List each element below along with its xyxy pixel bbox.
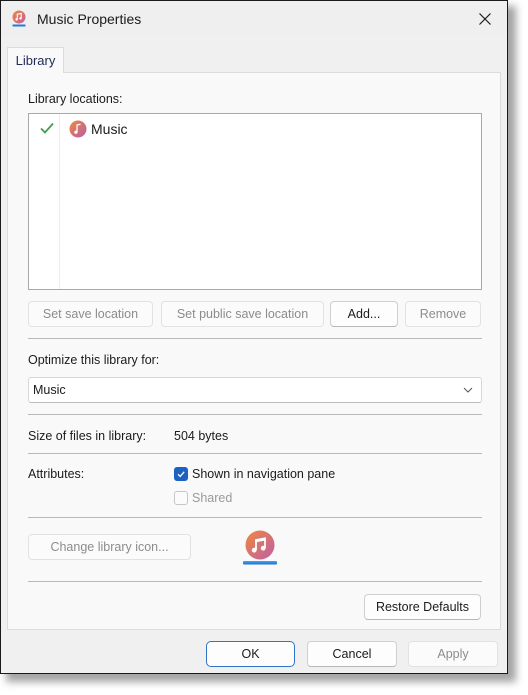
optimize-selected-value: Music — [33, 383, 66, 397]
separator — [28, 414, 482, 415]
cancel-button[interactable]: Cancel — [307, 641, 397, 667]
properties-dialog: Music Properties Library Library locatio… — [0, 0, 508, 674]
shared-label[interactable]: Shared — [192, 491, 232, 505]
separator — [28, 517, 482, 518]
list-item[interactable]: Music — [29, 117, 481, 139]
close-icon — [479, 13, 491, 25]
library-locations-list[interactable]: Music — [28, 113, 482, 290]
separator — [28, 581, 482, 582]
library-tab-panel: Library locations: Music Set save locati… — [7, 72, 501, 630]
set-public-save-location-button[interactable]: Set public save location — [161, 301, 324, 327]
chevron-down-icon — [463, 387, 473, 393]
music-library-icon — [12, 10, 26, 27]
optimize-label: Optimize this library for: — [28, 353, 160, 367]
size-label: Size of files in library: — [28, 429, 147, 443]
set-save-location-button[interactable]: Set save location — [28, 301, 153, 327]
shown-in-navigation-pane-label[interactable]: Shown in navigation pane — [192, 467, 335, 481]
checkbox-check-icon — [177, 471, 185, 478]
add-button[interactable]: Add... — [330, 301, 398, 327]
separator — [28, 453, 482, 454]
title-bar: Music Properties — [1, 1, 507, 37]
library-locations-label: Library locations: — [28, 92, 123, 106]
optimize-for-dropdown[interactable]: Music — [28, 377, 482, 403]
restore-defaults-button[interactable]: Restore Defaults — [364, 594, 481, 620]
ok-button[interactable]: OK — [206, 641, 295, 667]
music-folder-icon — [69, 120, 87, 138]
library-location-name: Music — [91, 121, 128, 137]
shared-checkbox[interactable] — [174, 491, 188, 505]
attributes-label: Attributes: — [28, 467, 85, 481]
tab-library[interactable]: Library — [7, 47, 64, 73]
shown-in-navigation-pane-checkbox[interactable] — [174, 467, 188, 481]
list-column-divider — [59, 114, 60, 289]
window-title: Music Properties — [37, 11, 142, 27]
remove-button[interactable]: Remove — [405, 301, 481, 327]
apply-button[interactable]: Apply — [408, 641, 498, 667]
change-library-icon-button[interactable]: Change library icon... — [28, 534, 191, 560]
check-mark-icon — [40, 122, 54, 134]
close-button[interactable] — [473, 7, 497, 31]
separator — [28, 338, 482, 339]
music-library-icon — [243, 530, 277, 565]
size-value: 504 bytes — [174, 429, 229, 443]
